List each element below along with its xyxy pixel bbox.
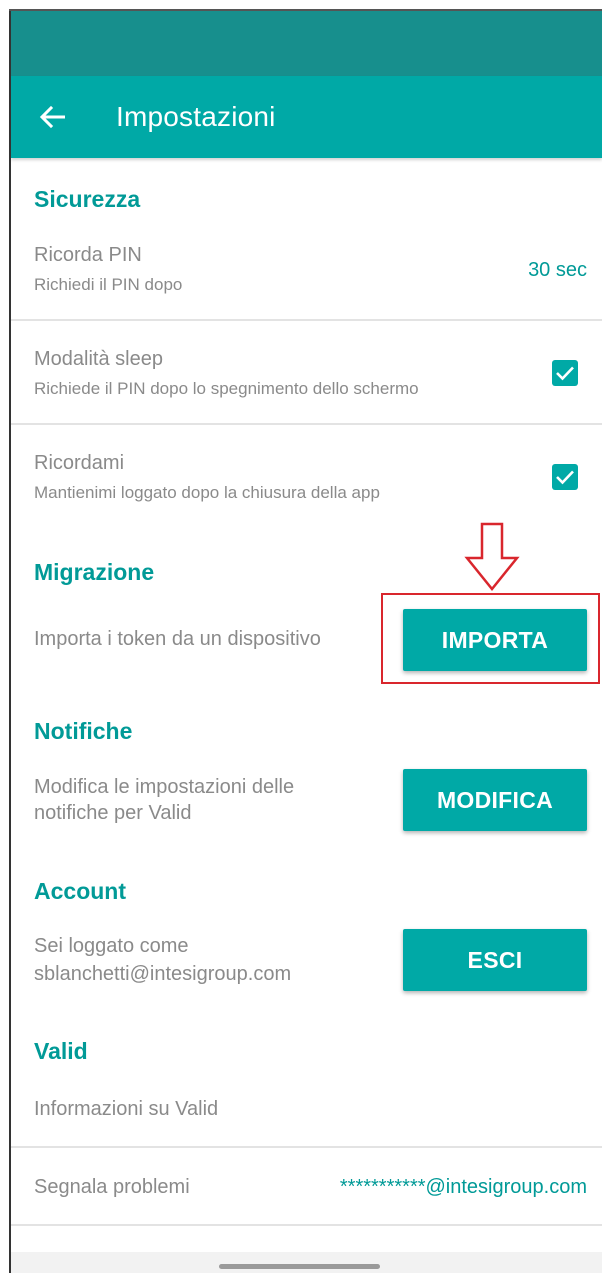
page-title: Impostazioni (116, 101, 276, 132)
app-bar: Impostazioni (11, 76, 602, 158)
remember-pin-title: Ricorda PIN (34, 244, 142, 266)
home-gesture-handle[interactable] (219, 1264, 380, 1269)
section-title-valid: Valid (34, 1038, 88, 1064)
logout-button[interactable]: ESCI (403, 929, 587, 991)
check-icon (556, 470, 574, 485)
annotation-highlight-box (381, 593, 600, 684)
divider (11, 319, 602, 321)
account-logged-as: Sei loggato come (34, 935, 189, 957)
navigation-bar (11, 1252, 602, 1273)
report-problems-email[interactable]: ***********@intesigroup.com (340, 1176, 587, 1199)
check-icon (556, 366, 574, 381)
settings-screen: Impostazioni Sicurezza Ricorda PIN Richi… (0, 0, 602, 1273)
divider (11, 423, 602, 425)
sleep-mode-checkbox[interactable] (552, 360, 578, 386)
section-title-notifications: Notifiche (34, 718, 133, 744)
section-title-migration: Migrazione (34, 559, 155, 585)
valid-info-item[interactable]: Informazioni su Valid (34, 1098, 218, 1121)
account-email: sblanchetti@intesigroup.com (34, 963, 292, 985)
remember-pin-subtitle: Richiedi il PIN dopo (34, 275, 183, 294)
report-problems-label: Segnala problemi (34, 1176, 190, 1198)
remember-me-checkbox[interactable] (552, 464, 578, 490)
annotation-down-arrow-icon (464, 522, 520, 591)
modify-button[interactable]: MODIFICA (403, 769, 587, 831)
divider (11, 1224, 602, 1226)
section-title-security: Sicurezza (34, 186, 141, 212)
divider (11, 1146, 602, 1148)
section-title-account: Account (34, 878, 126, 904)
remember-pin-value: 30 sec (528, 259, 587, 281)
frame-border (9, 9, 602, 11)
sleep-mode-title: Modalità sleep (34, 348, 163, 370)
notifications-description-line2: notifiche per Valid (34, 802, 192, 824)
frame-border (9, 10, 11, 1273)
sleep-mode-subtitle: Richiede il PIN dopo lo spegnimento dell… (34, 379, 419, 398)
back-button[interactable] (33, 98, 71, 136)
arrow-left-icon (39, 105, 65, 129)
notifications-description-line1: Modifica le impostazioni delle (34, 776, 295, 798)
remember-me-subtitle: Mantienimi loggato dopo la chiusura dell… (34, 483, 380, 502)
migration-description: Importa i token da un dispositivo (34, 628, 321, 650)
remember-me-title: Ricordami (34, 452, 125, 474)
status-bar (11, 11, 602, 76)
